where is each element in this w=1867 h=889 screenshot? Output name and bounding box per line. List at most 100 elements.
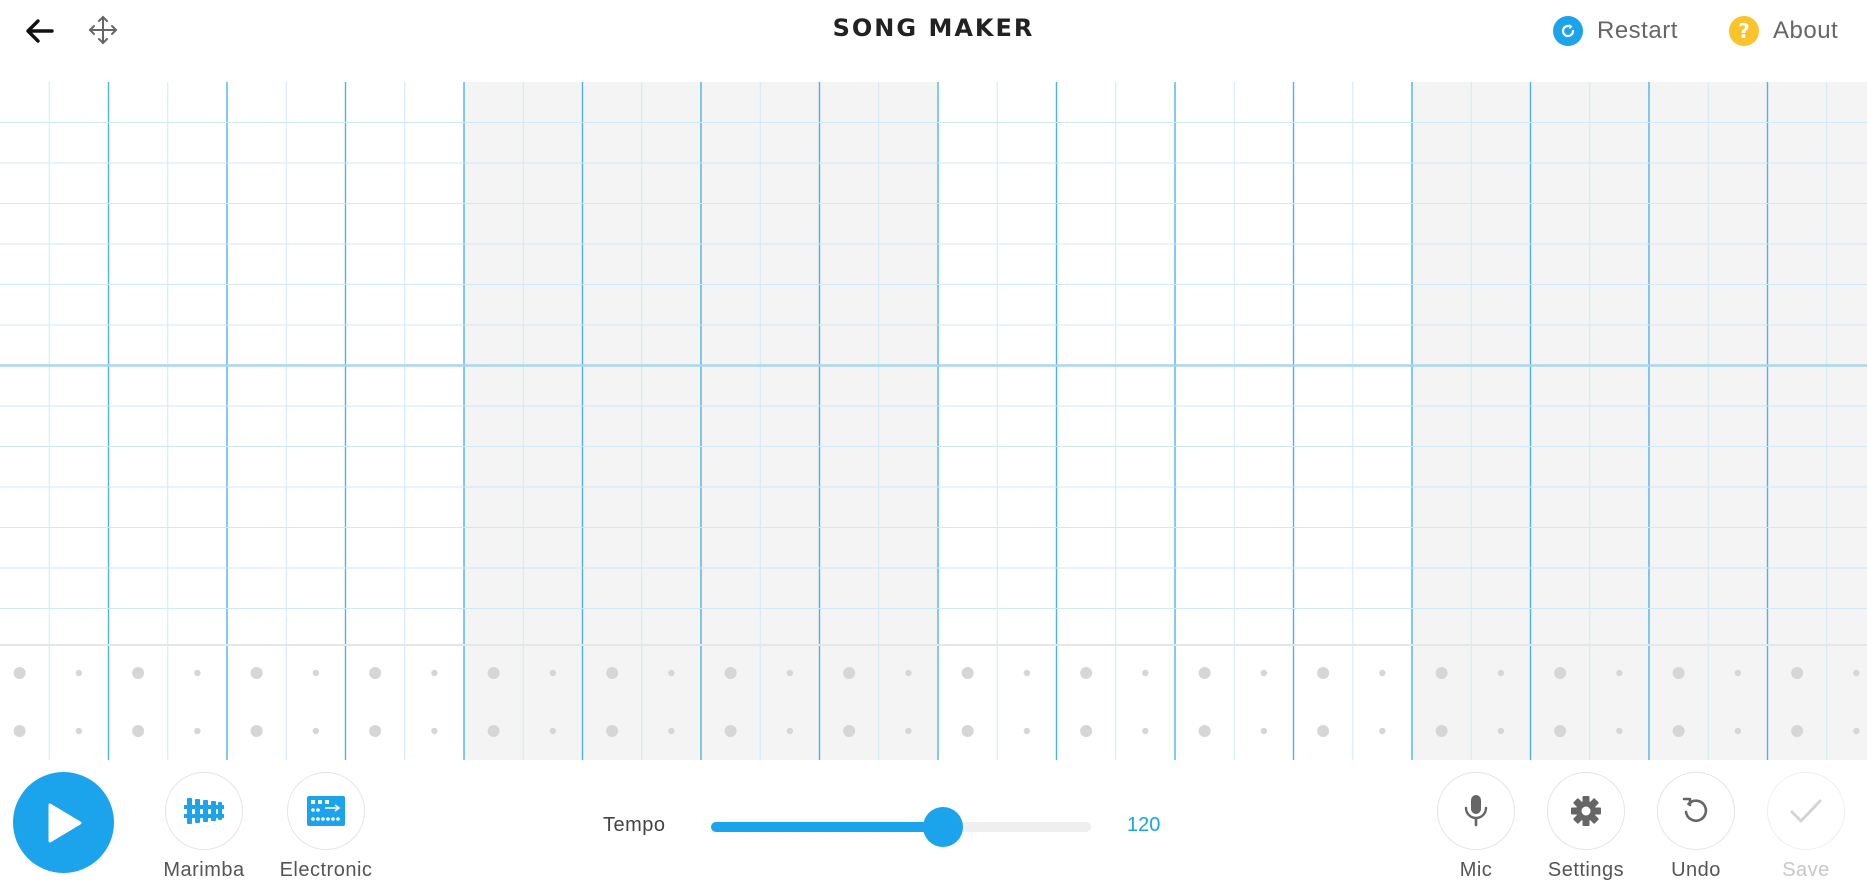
- rhythm-cell-dot: [606, 725, 619, 737]
- melody-grid[interactable]: [0, 82, 1867, 646]
- app-header: SONG MAKER Restart ? About: [0, 0, 1867, 82]
- marimba-label: Marimba: [163, 859, 245, 881]
- tempo-slider-thumb[interactable]: [922, 807, 963, 847]
- refresh-icon: [1553, 16, 1583, 46]
- bar-shade: [1412, 82, 1867, 646]
- marimba-button[interactable]: Marimba: [144, 772, 264, 882]
- bar-shade: [1412, 646, 1867, 760]
- rhythm-cell-dot: [905, 669, 912, 677]
- rhythm-cell-dot: [1435, 725, 1448, 737]
- rhythm-cell-dot: [132, 725, 145, 737]
- rhythm-cell-dot: [1554, 667, 1567, 679]
- rhythm-cell-dot: [1142, 669, 1149, 677]
- rhythm-cell-dot: [1080, 725, 1093, 737]
- check-icon: [1767, 772, 1845, 850]
- rhythm-cell-dot: [1080, 667, 1093, 679]
- mic-button[interactable]: Mic: [1416, 772, 1536, 882]
- rhythm-cell-dot: [1198, 667, 1211, 679]
- play-icon: [48, 803, 81, 842]
- rhythm-cell-dot: [250, 667, 263, 679]
- undo-button[interactable]: Undo: [1636, 772, 1756, 882]
- rhythm-cell-dot: [1672, 725, 1685, 737]
- rhythm-cell-dot: [487, 667, 500, 679]
- rhythm-cell-dot: [369, 667, 382, 679]
- rhythm-cell-dot: [1260, 727, 1268, 735]
- rhythm-cell-dot: [1142, 727, 1149, 735]
- rhythm-cell-dot: [549, 727, 557, 735]
- about-button[interactable]: ? About: [1729, 14, 1838, 48]
- marimba-icon: [165, 772, 243, 850]
- control-bar: Marimba Electronic Tempo 120 Mic Setting…: [0, 760, 1867, 889]
- rhythm-cell-dot: [431, 727, 438, 735]
- rhythm-cell-dot: [724, 667, 737, 679]
- rhythm-cell-dot: [431, 669, 438, 677]
- rhythm-cell-dot: [1853, 669, 1860, 677]
- rhythm-cell-dot: [250, 725, 263, 737]
- rhythm-cell-dot: [1317, 667, 1330, 679]
- rhythm-cell-dot: [1791, 667, 1804, 679]
- rhythm-cell-dot: [194, 669, 201, 677]
- save-label: Save: [1782, 859, 1830, 881]
- settings-button[interactable]: Settings: [1526, 772, 1646, 882]
- rhythm-cell-dot: [1616, 727, 1623, 735]
- rhythm-cell-dot: [1672, 667, 1685, 679]
- rhythm-cell-dot: [1497, 669, 1505, 677]
- rhythm-cell-dot: [1317, 725, 1330, 737]
- rhythm-cell-dot: [75, 727, 83, 735]
- electronic-label: Electronic: [279, 859, 373, 881]
- gear-icon: [1547, 772, 1625, 850]
- rhythm-cell-dot: [1379, 669, 1386, 677]
- rhythm-cell-dot: [1734, 669, 1742, 677]
- rhythm-cell-dot: [1023, 727, 1031, 735]
- rhythm-cell-dot: [1023, 669, 1031, 677]
- rhythm-cell-dot: [843, 667, 856, 679]
- rhythm-cell-dot: [786, 727, 794, 735]
- rhythm-cell-dot: [961, 667, 974, 679]
- rhythm-cell-dot: [961, 725, 974, 737]
- rhythm-cell-dot: [724, 725, 737, 737]
- rhythm-cell-dot: [1435, 667, 1448, 679]
- rhythm-cell-dot: [369, 725, 382, 737]
- rhythm-cell-dot: [1379, 727, 1386, 735]
- rhythm-cell-dot: [1734, 727, 1742, 735]
- mic-label: Mic: [1459, 859, 1493, 881]
- tempo-slider[interactable]: [711, 807, 1091, 847]
- undo-icon: [1657, 772, 1735, 850]
- rhythm-cell-dot: [549, 669, 557, 677]
- rhythm-cell-dot: [13, 667, 26, 679]
- tempo-label: Tempo: [603, 814, 666, 836]
- microphone-icon: [1437, 772, 1515, 850]
- rhythm-grid[interactable]: [0, 646, 1867, 760]
- electronic-button[interactable]: Electronic: [266, 772, 386, 882]
- rhythm-cell-dot: [132, 667, 145, 679]
- tempo-slider-fill: [711, 822, 943, 832]
- settings-label: Settings: [1547, 859, 1625, 881]
- rhythm-cell-dot: [1497, 727, 1505, 735]
- rhythm-cell-dot: [1260, 669, 1268, 677]
- rhythm-cell-dot: [1198, 725, 1211, 737]
- tempo-value: 120: [1127, 814, 1161, 836]
- rhythm-cell-dot: [843, 725, 856, 737]
- restart-button[interactable]: Restart: [1553, 14, 1678, 48]
- about-label: About: [1773, 17, 1839, 44]
- rhythm-cell-dot: [1791, 725, 1804, 737]
- restart-label: Restart: [1597, 17, 1678, 44]
- rhythm-cell-dot: [194, 727, 201, 735]
- question-icon: ?: [1729, 16, 1759, 46]
- electronic-drum-icon: [287, 772, 365, 850]
- rhythm-cell-dot: [1616, 669, 1623, 677]
- rhythm-cell-dot: [1554, 725, 1567, 737]
- rhythm-cell-dot: [668, 669, 675, 677]
- rhythm-cell-dot: [786, 669, 794, 677]
- rhythm-cell-dot: [487, 725, 500, 737]
- rhythm-cell-dot: [312, 669, 320, 677]
- save-button[interactable]: Save: [1746, 772, 1866, 882]
- undo-label: Undo: [1671, 859, 1721, 881]
- rhythm-cell-dot: [1853, 727, 1860, 735]
- rhythm-cell-dot: [75, 669, 83, 677]
- rhythm-cell-dot: [905, 727, 912, 735]
- rhythm-cell-dot: [13, 725, 26, 737]
- rhythm-cell-dot: [668, 727, 675, 735]
- rhythm-cell-dot: [312, 727, 320, 735]
- play-button[interactable]: [13, 772, 114, 873]
